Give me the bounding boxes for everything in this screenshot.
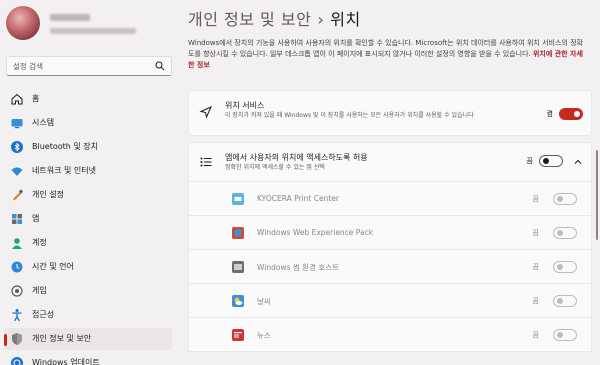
sidebar-item-label: 앱 <box>32 214 40 223</box>
app-location-access-card[interactable]: 앱에서 사용자의 위치에 액세스하도록 허용 정확한 위치에 액세스할 수 있는… <box>188 142 592 182</box>
chevron-up-icon[interactable] <box>573 157 583 167</box>
weather-app-icon <box>232 295 244 307</box>
sidebar-item-gaming[interactable]: 게임 <box>4 280 172 302</box>
main-content: 개인 정보 및 보안 › 위치 Windows에서 장치의 기능을 사용하여 사용자… <box>180 0 600 365</box>
sidebar-item-bluetooth[interactable]: Bluetooth 및 장치 <box>4 136 172 158</box>
gaming-icon <box>11 285 23 297</box>
app-name: KYOCERA Print Center <box>257 194 340 203</box>
scrollbar[interactable] <box>596 150 598 240</box>
breadcrumb: 개인 정보 및 보안 › 위치 <box>188 6 361 30</box>
app-location-toggle[interactable] <box>553 261 577 273</box>
sidebar: 홈 시스템 Bluetooth 및 장치 네트워크 및 인터넷 <box>0 0 180 365</box>
list-item: 날씨 끔 <box>188 284 592 318</box>
sidebar-item-privacy-security[interactable]: 개인 정보 및 보안 <box>4 328 172 350</box>
sidebar-item-label: 개인 설정 <box>32 190 64 199</box>
list-item: KYOCERA Print Center 끔 <box>188 182 592 216</box>
sidebar-item-label: 홈 <box>32 94 40 103</box>
sidebar-item-accessibility[interactable]: 접근성 <box>4 304 172 326</box>
search-input[interactable] <box>13 59 153 73</box>
app-name: Windows 썸 환경 호스트 <box>257 263 340 272</box>
sidebar-item-label: Windows 업데이트 <box>32 358 100 365</box>
feature-host-icon <box>232 261 244 273</box>
apps-icon <box>12 214 22 224</box>
web-experience-pack-icon <box>232 227 244 239</box>
sidebar-item-system[interactable]: 시스템 <box>4 112 172 134</box>
avatar[interactable] <box>6 6 40 40</box>
page-description: Windows에서 장치의 기능을 사용하여 사용자의 위치를 확인할 수 있습… <box>188 38 588 71</box>
accessibility-icon <box>12 309 22 322</box>
sidebar-item-label: 시간 및 언어 <box>32 262 74 271</box>
toggle-state-label: 끔 <box>532 297 539 305</box>
page-title: 위치 <box>330 10 361 29</box>
app-location-toggle[interactable] <box>553 227 577 239</box>
toggle-state-label: 켬 <box>546 110 553 118</box>
sidebar-item-label: 시스템 <box>32 118 55 127</box>
time-language-icon <box>11 261 23 273</box>
personalization-icon <box>13 189 23 201</box>
toggle-state-label: 끔 <box>532 195 539 203</box>
kyocera-app-icon <box>232 193 244 205</box>
breadcrumb-parent[interactable]: 개인 정보 및 보안 <box>188 10 311 29</box>
location-services-title: 위치 서비스 <box>225 101 265 110</box>
settings-search-box[interactable] <box>6 56 172 76</box>
sidebar-item-home[interactable]: 홈 <box>4 88 172 110</box>
sidebar-item-network[interactable]: 네트워크 및 인터넷 <box>4 160 172 182</box>
app-name: Windows Web Experience Pack <box>257 228 374 237</box>
profile-name-blurred <box>50 14 90 21</box>
search-icon[interactable] <box>155 61 165 71</box>
app-location-toggle[interactable] <box>553 329 577 341</box>
app-name: 날씨 <box>257 297 271 306</box>
accounts-icon <box>12 238 22 249</box>
app-location-toggle[interactable] <box>553 193 577 205</box>
app-access-title: 앱에서 사용자의 위치에 액세스하도록 허용 <box>225 153 368 162</box>
app-name: 뉴스 <box>257 331 271 340</box>
location-arrow-icon <box>199 106 212 119</box>
toggle-state-label: 끔 <box>526 157 533 165</box>
location-services-card: 위치 서비스 이 장치가 켜져 있을 때 Windows 및 이 장치를 사용하… <box>188 90 592 136</box>
list-icon <box>200 157 212 167</box>
location-services-toggle[interactable] <box>559 108 583 120</box>
sidebar-item-label: Bluetooth 및 장치 <box>32 142 99 151</box>
location-services-subtitle: 이 장치가 켜져 있을 때 Windows 및 이 장치를 사용하는 모든 사용… <box>225 112 474 119</box>
description-text: Windows에서 장치의 기능을 사용하여 사용자의 위치를 확인할 수 있습… <box>188 39 583 58</box>
list-item: 뉴스 끔 <box>188 318 592 352</box>
network-icon <box>11 167 23 176</box>
news-app-icon <box>232 329 244 341</box>
sidebar-item-label: 네트워크 및 인터넷 <box>32 166 96 175</box>
list-item: Windows Web Experience Pack 끔 <box>188 216 592 250</box>
toggle-state-label: 끔 <box>532 331 539 339</box>
breadcrumb-separator: › <box>317 10 325 29</box>
bluetooth-icon <box>11 141 23 153</box>
sidebar-item-apps[interactable]: 앱 <box>4 208 172 230</box>
sidebar-item-label: 접근성 <box>32 310 55 319</box>
app-access-toggle[interactable] <box>539 155 563 167</box>
sidebar-item-label: 계정 <box>32 238 47 247</box>
user-profile[interactable] <box>6 6 176 42</box>
windows-update-icon <box>11 357 23 365</box>
privacy-shield-icon <box>12 333 22 345</box>
toggle-state-label: 끔 <box>532 229 539 237</box>
list-item: Windows 썸 환경 호스트 끔 <box>188 250 592 284</box>
toggle-state-label: 끔 <box>532 263 539 271</box>
sidebar-item-time-language[interactable]: 시간 및 언어 <box>4 256 172 278</box>
sidebar-item-accounts[interactable]: 계정 <box>4 232 172 254</box>
home-icon <box>11 93 23 105</box>
sidebar-item-label: 개인 정보 및 보안 <box>32 334 92 343</box>
profile-email-blurred <box>50 28 136 34</box>
sidebar-item-label: 게임 <box>32 286 47 295</box>
app-location-toggle[interactable] <box>553 295 577 307</box>
active-indicator <box>4 334 7 346</box>
app-access-subtitle: 정확한 위치에 액세스할 수 있는 앱 선택 <box>225 164 325 171</box>
system-icon <box>11 119 23 129</box>
sidebar-item-windows-update[interactable]: Windows 업데이트 <box>4 352 172 365</box>
sidebar-item-personalization[interactable]: 개인 설정 <box>4 184 172 206</box>
